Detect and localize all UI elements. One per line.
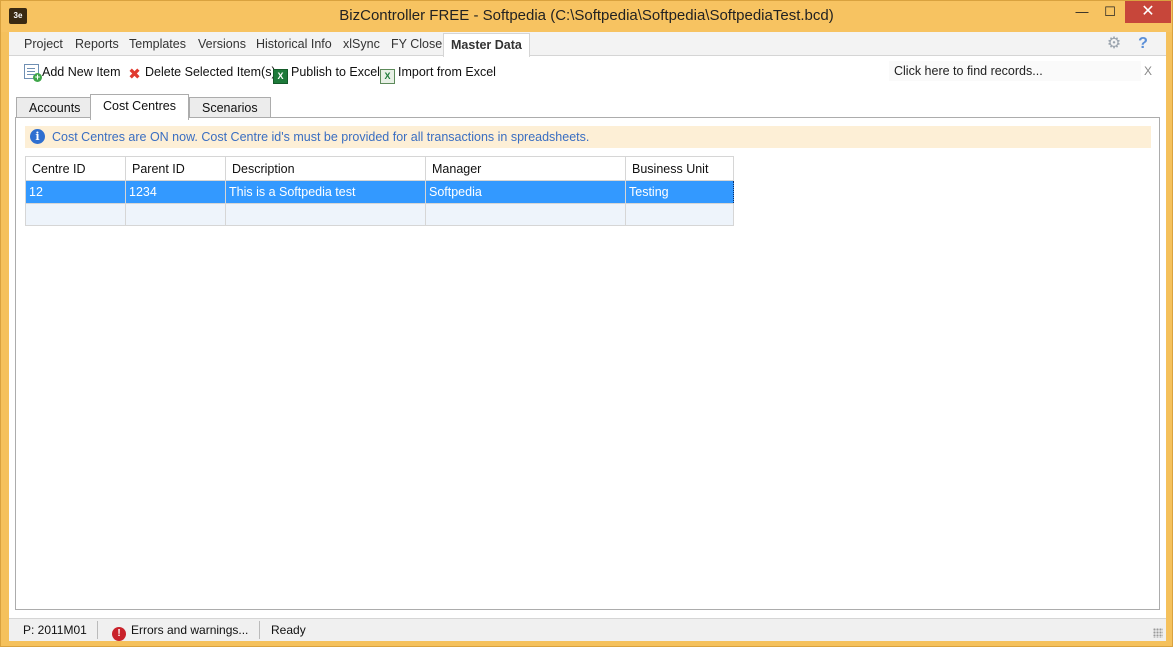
- client-area: Project Reports Templates Versions Histo…: [9, 32, 1166, 641]
- cell-manager[interactable]: Softpedia: [425, 180, 626, 204]
- excel-icon: X: [273, 69, 288, 84]
- cell-business-unit[interactable]: Testing: [625, 180, 734, 204]
- add-item-icon: +: [24, 64, 42, 82]
- app-window: 3e BizController FREE - Softpedia (C:\So…: [0, 0, 1173, 647]
- cost-centres-panel: i Cost Centres are ON now. Cost Centre i…: [15, 117, 1160, 610]
- publish-to-excel-label: Publish to Excel: [291, 65, 380, 79]
- delete-selected-label: Delete Selected Item(s): [145, 65, 276, 79]
- tab-scenarios[interactable]: Scenarios: [189, 97, 271, 119]
- error-icon: !: [112, 627, 126, 641]
- add-new-item-button[interactable]: + Add New Item: [24, 63, 121, 82]
- menu-project[interactable]: Project: [17, 32, 70, 56]
- delete-selected-button[interactable]: ✖ Delete Selected Item(s): [127, 63, 276, 83]
- menu-templates[interactable]: Templates: [122, 32, 193, 56]
- clear-search-button[interactable]: X: [1142, 62, 1154, 80]
- info-icon: i: [30, 129, 45, 144]
- cell-centre-id[interactable]: 12: [25, 180, 126, 204]
- resize-grip-icon[interactable]: [1153, 628, 1163, 638]
- toolbar: + Add New Item ✖ Delete Selected Item(s) X…: [9, 57, 1166, 87]
- info-banner: i Cost Centres are ON now. Cost Centre i…: [25, 126, 1151, 148]
- info-message: Cost Centres are ON now. Cost Centre id'…: [52, 130, 590, 144]
- add-new-item-label: Add New Item: [42, 65, 121, 79]
- tab-cost-centres[interactable]: Cost Centres: [90, 94, 189, 120]
- menu-fy-close[interactable]: FY Close: [384, 32, 449, 56]
- maximize-button[interactable]: ☐: [1097, 1, 1123, 23]
- new-row-cell[interactable]: [125, 203, 226, 226]
- window-title: BizController FREE - Softpedia (C:\Softp…: [339, 7, 834, 24]
- status-bar: P: 2011M01 ! Errors and warnings... Ready: [9, 618, 1166, 641]
- help-icon[interactable]: ?: [1135, 35, 1151, 53]
- cost-centres-grid[interactable]: Centre ID Parent ID Description Manager …: [25, 156, 734, 226]
- column-header-centre-id[interactable]: Centre ID: [25, 156, 126, 181]
- errors-warnings-button[interactable]: ! Errors and warnings...: [112, 619, 248, 641]
- menu-bar: Project Reports Templates Versions Histo…: [9, 32, 1166, 58]
- gear-icon[interactable]: ⚙: [1106, 36, 1122, 52]
- status-divider: [97, 621, 98, 639]
- menu-historical-info[interactable]: Historical Info: [249, 32, 339, 56]
- new-row-cell[interactable]: [25, 203, 126, 226]
- status-text: Ready: [271, 623, 306, 637]
- minimize-button[interactable]: —: [1069, 1, 1095, 23]
- new-row-cell[interactable]: [225, 203, 426, 226]
- errors-warnings-label: Errors and warnings...: [131, 623, 249, 637]
- publish-to-excel-button[interactable]: X Publish to Excel: [273, 63, 380, 84]
- menu-reports[interactable]: Reports: [68, 32, 126, 56]
- find-records-input[interactable]: Click here to find records...: [889, 61, 1141, 81]
- cell-description[interactable]: This is a Softpedia test: [225, 180, 426, 204]
- cell-parent-id[interactable]: 1234: [125, 180, 226, 204]
- import-from-excel-button[interactable]: X Import from Excel: [380, 63, 496, 84]
- menu-xlsync[interactable]: xlSync: [336, 32, 387, 56]
- menu-versions[interactable]: Versions: [191, 32, 253, 56]
- import-from-excel-label: Import from Excel: [398, 65, 496, 79]
- new-row-cell[interactable]: [625, 203, 734, 226]
- menu-master-data[interactable]: Master Data: [443, 33, 530, 58]
- excel-import-icon: X: [380, 69, 395, 84]
- tab-accounts[interactable]: Accounts: [16, 97, 94, 119]
- new-row[interactable]: [25, 203, 734, 226]
- table-row[interactable]: 12 1234 This is a Softpedia test Softped…: [25, 180, 734, 204]
- column-header-business-unit[interactable]: Business Unit: [625, 156, 734, 181]
- period-indicator[interactable]: P: 2011M01: [23, 619, 87, 641]
- new-row-cell[interactable]: [425, 203, 626, 226]
- status-divider: [259, 621, 260, 639]
- column-header-manager[interactable]: Manager: [425, 156, 626, 181]
- column-header-description[interactable]: Description: [225, 156, 426, 181]
- column-header-parent-id[interactable]: Parent ID: [125, 156, 226, 181]
- title-bar[interactable]: 3e BizController FREE - Softpedia (C:\So…: [1, 1, 1172, 32]
- grid-header-row: Centre ID Parent ID Description Manager …: [25, 156, 734, 181]
- close-button[interactable]: ✕: [1125, 1, 1171, 23]
- delete-icon: ✖: [128, 66, 141, 83]
